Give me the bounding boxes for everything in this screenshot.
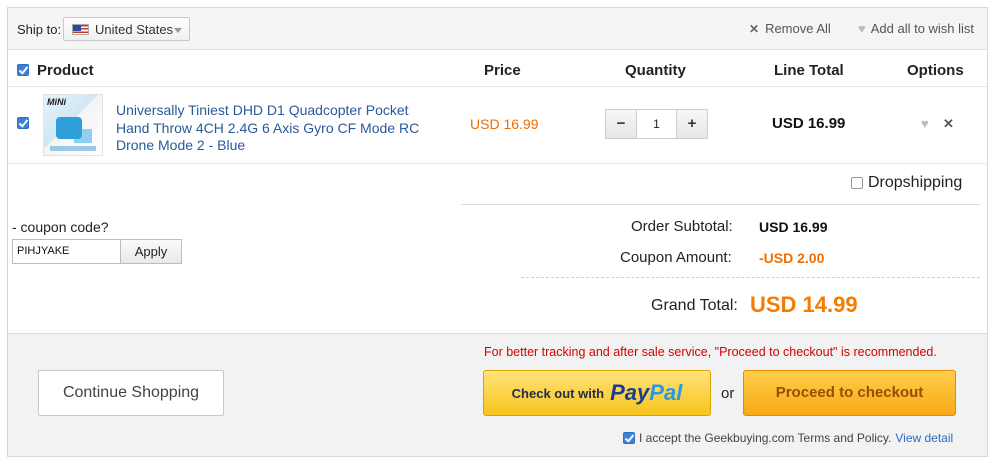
table-row: MiNi Universally Tiniest DHD D1 Quadcopt… [8, 88, 987, 164]
coupon-amount-value: -USD 2.00 [759, 250, 825, 266]
paypal-button-text: Check out with [511, 385, 605, 401]
coupon-amount-label: Coupon Amount: [620, 249, 732, 266]
quantity-stepper: − 1 + [605, 109, 708, 139]
item-checkbox[interactable] [17, 117, 29, 129]
view-detail-link[interactable]: View detail [895, 431, 953, 445]
accept-terms-text: I accept the Geekbuying.com Terms and Po… [639, 431, 892, 445]
checkout-notice: For better tracking and after sale servi… [484, 345, 937, 359]
terms-acceptance: I accept the Geekbuying.com Terms and Po… [623, 431, 953, 445]
header-product: Product [37, 62, 94, 79]
item-price: USD 16.99 [470, 116, 539, 132]
product-name-link[interactable]: Universally Tiniest DHD D1 Quadcopter Po… [116, 102, 426, 155]
us-flag-icon [72, 24, 89, 35]
add-to-wishlist-heart-icon[interactable]: ♥ [921, 116, 929, 131]
drone-image [56, 117, 82, 139]
grand-total-value: USD 14.99 [750, 292, 858, 317]
quantity-input[interactable]: 1 [636, 110, 677, 138]
remove-item-close-icon[interactable]: ✕ [943, 116, 954, 132]
product-thumbnail[interactable]: MiNi [43, 94, 103, 156]
dropshipping-label: Dropshipping [868, 174, 963, 191]
cart-panel: Ship to: United States ✕ Remove All ♥ Ad… [7, 7, 988, 457]
divider [461, 204, 980, 205]
coupon-code-input[interactable]: PIHJYAKE [12, 239, 121, 264]
country-select[interactable]: United States [63, 17, 190, 41]
select-all-checkbox[interactable] [17, 64, 29, 76]
remove-all-button[interactable]: ✕ Remove All [749, 21, 831, 36]
proceed-to-checkout-button[interactable]: Proceed to checkout [743, 370, 956, 416]
table-header: Product Price Quantity Line Total Option… [8, 51, 987, 87]
header-price: Price [484, 62, 521, 79]
checkout-footer: Continue Shopping For better tracking an… [8, 333, 987, 456]
country-value: United States [95, 22, 174, 37]
paypal-logo-pal: Pal [649, 380, 683, 405]
increase-quantity-button[interactable]: + [677, 110, 707, 138]
divider [521, 277, 980, 278]
paypal-checkout-button[interactable]: Check out with PayPal [483, 370, 711, 416]
order-subtotal-value: USD 16.99 [759, 219, 828, 235]
header-quantity: Quantity [625, 62, 686, 79]
remove-all-label: Remove All [765, 21, 831, 36]
paypal-logo: PayPal [610, 380, 682, 406]
grand-total-label: Grand Total: [651, 297, 738, 314]
dropshipping-checkbox[interactable] [851, 177, 863, 189]
header-line-total: Line Total [774, 62, 844, 79]
coupon-label[interactable]: - coupon code? [12, 219, 109, 235]
close-icon: ✕ [749, 21, 760, 36]
thumbnail-decoration [50, 146, 96, 151]
thumbnail-caption: MiNi [47, 97, 66, 107]
ship-bar: Ship to: United States ✕ Remove All ♥ Ad… [8, 8, 987, 50]
heart-icon: ♥ [858, 21, 866, 36]
order-subtotal-label: Order Subtotal: [631, 218, 733, 235]
or-separator: or [721, 385, 735, 402]
apply-coupon-button[interactable]: Apply [120, 239, 182, 264]
continue-shopping-button[interactable]: Continue Shopping [38, 370, 224, 416]
line-total-value: USD 16.99 [772, 115, 846, 132]
decrease-quantity-button[interactable]: − [606, 110, 636, 138]
header-options: Options [907, 62, 964, 79]
paypal-logo-pay: Pay [610, 380, 650, 405]
add-all-wishlist-button[interactable]: ♥ Add all to wish list [858, 21, 974, 36]
dropshipping-option[interactable]: Dropshipping [851, 174, 962, 192]
accept-terms-checkbox[interactable] [623, 432, 635, 444]
ship-to-label: Ship to: [17, 22, 62, 37]
add-all-wishlist-label: Add all to wish list [870, 21, 975, 36]
chevron-down-icon [174, 28, 182, 33]
